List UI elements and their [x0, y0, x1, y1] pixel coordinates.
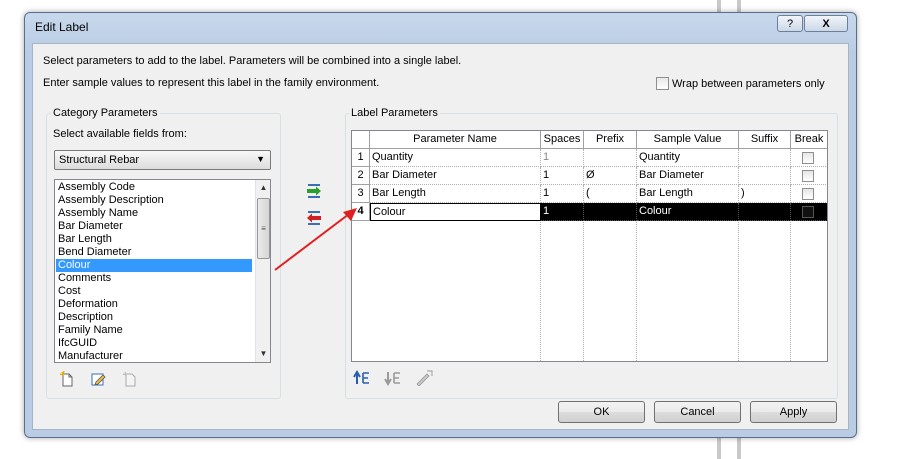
edit-label-dialog: Edit Label ? X Select parameters to add …: [24, 12, 857, 438]
list-item[interactable]: Assembly Code: [56, 181, 252, 194]
list-item[interactable]: Bar Length: [56, 233, 252, 246]
cell-sample-value[interactable]: Bar Diameter: [637, 167, 739, 185]
list-item[interactable]: Cost: [56, 285, 252, 298]
list-item[interactable]: Colour: [56, 259, 252, 272]
category-parameters-title: Category Parameters: [51, 107, 160, 119]
cell-prefix[interactable]: Ø: [584, 167, 637, 185]
cell-spaces[interactable]: 1: [541, 185, 584, 203]
cancel-button[interactable]: Cancel: [654, 401, 741, 423]
grid-corner: [352, 131, 370, 149]
list-item[interactable]: Deformation: [56, 298, 252, 311]
cell-suffix[interactable]: [739, 149, 791, 167]
row-number[interactable]: 3: [352, 185, 370, 203]
move-up-icon[interactable]: [353, 370, 371, 386]
break-checkbox[interactable]: [802, 170, 814, 182]
column-header-spaces[interactable]: Spaces: [541, 131, 584, 149]
select-fields-label: Select available fields from:: [53, 128, 187, 140]
break-checkbox[interactable]: [802, 152, 814, 164]
cell-parameter-name[interactable]: Colour: [370, 203, 541, 221]
scroll-down-arrow-icon[interactable]: ▼: [256, 346, 270, 362]
cell-spaces[interactable]: 1: [541, 203, 584, 221]
cell-suffix[interactable]: [739, 167, 791, 185]
break-checkbox[interactable]: [802, 188, 814, 200]
delete-parameter-icon[interactable]: [122, 371, 138, 387]
title-bar[interactable]: Edit Label ? X: [25, 13, 856, 39]
cell-spaces[interactable]: 1: [541, 167, 584, 185]
cell-break: [791, 185, 827, 203]
column-header-parameter-name[interactable]: Parameter Name: [370, 131, 541, 149]
scroll-up-arrow-icon[interactable]: ▲: [256, 180, 270, 196]
list-item[interactable]: Assembly Description: [56, 194, 252, 207]
category-dropdown[interactable]: Structural Rebar ▼: [54, 150, 271, 170]
chevron-down-icon: ▼: [256, 154, 265, 164]
cell-suffix[interactable]: ): [739, 185, 791, 203]
column-header-prefix[interactable]: Prefix: [584, 131, 637, 149]
help-icon: ?: [786, 17, 794, 30]
column-header-break[interactable]: Break: [791, 131, 827, 149]
cell-sample-value[interactable]: Colour: [637, 203, 739, 221]
row-number[interactable]: 2: [352, 167, 370, 185]
cell-break: [791, 149, 827, 167]
edit-grid-icon[interactable]: [415, 370, 433, 386]
list-item[interactable]: Family Name: [56, 324, 252, 337]
list-item[interactable]: Bar Diameter: [56, 220, 252, 233]
dialog-body: Select parameters to add to the label. P…: [32, 43, 849, 430]
cell-prefix[interactable]: [584, 149, 637, 167]
cell-parameter-name[interactable]: Quantity: [370, 149, 541, 167]
new-parameter-icon[interactable]: [59, 371, 75, 387]
column-header-suffix[interactable]: Suffix: [739, 131, 791, 149]
close-icon: X: [822, 17, 830, 30]
wrap-checkbox[interactable]: [656, 77, 669, 90]
label-parameters-grid[interactable]: Parameter Name Spaces Prefix Sample Valu…: [351, 130, 828, 362]
break-checkbox[interactable]: [802, 206, 814, 218]
column-header-sample-value[interactable]: Sample Value: [637, 131, 739, 149]
close-button[interactable]: X: [804, 15, 848, 32]
wrap-checkbox-label[interactable]: Wrap between parameters only: [672, 78, 825, 90]
move-down-icon[interactable]: [384, 370, 402, 386]
cell-spaces[interactable]: 1: [541, 149, 584, 167]
edit-parameter-icon[interactable]: [90, 371, 106, 387]
label-parameters-title: Label Parameters: [349, 107, 440, 119]
cell-break: [791, 167, 827, 185]
list-item[interactable]: Comments: [56, 272, 252, 285]
cell-break: [791, 203, 827, 221]
cell-parameter-name[interactable]: Bar Length: [370, 185, 541, 203]
list-item[interactable]: Description: [56, 311, 252, 324]
available-fields-list[interactable]: Assembly Code Assembly Description Assembl…: [54, 179, 271, 363]
cell-sample-value[interactable]: Bar Length: [637, 185, 739, 203]
list-item[interactable]: Bend Diameter: [56, 246, 252, 259]
cell-sample-value[interactable]: Quantity: [637, 149, 739, 167]
apply-button[interactable]: Apply: [750, 401, 837, 423]
category-dropdown-value: Structural Rebar: [59, 154, 140, 166]
cell-prefix[interactable]: (: [584, 185, 637, 203]
fields-list-scrollbar[interactable]: ▲ ≡ ▼: [255, 180, 270, 362]
help-button[interactable]: ?: [777, 15, 803, 32]
instruction-line-1: Select parameters to add to the label. P…: [43, 55, 462, 67]
ok-button[interactable]: OK: [558, 401, 645, 423]
ok-button-label: OK: [593, 406, 610, 418]
add-parameter-arrow-icon[interactable]: [305, 183, 323, 199]
annotation-arrow-icon: [274, 208, 357, 271]
row-number[interactable]: 1: [352, 149, 370, 167]
instruction-line-2: Enter sample values to represent this la…: [43, 77, 380, 89]
cancel-button-label: Cancel: [680, 406, 715, 418]
cell-parameter-name[interactable]: Bar Diameter: [370, 167, 541, 185]
cell-suffix[interactable]: [739, 203, 791, 221]
apply-button-label: Apply: [779, 406, 808, 418]
scroll-thumb[interactable]: ≡: [257, 198, 270, 259]
list-item[interactable]: IfcGUID: [56, 337, 252, 350]
list-item[interactable]: Assembly Name: [56, 207, 252, 220]
list-item[interactable]: Manufacturer: [56, 350, 252, 362]
window-title: Edit Label: [35, 20, 89, 34]
cell-prefix[interactable]: [584, 203, 637, 221]
